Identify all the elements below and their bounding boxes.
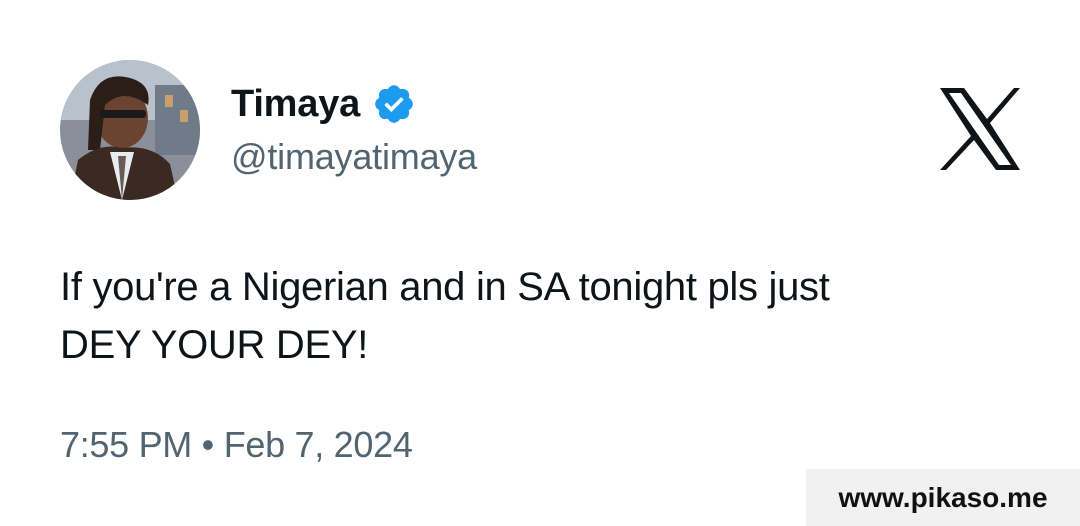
author-handle[interactable]: @timayatimaya — [231, 136, 477, 178]
tweet-text-line: If you're a Nigerian and in SA tonight p… — [60, 265, 830, 309]
verified-badge-icon — [372, 82, 416, 126]
tweet-time: 7:55 PM — [60, 424, 192, 465]
watermark-text: www.pikaso.me — [838, 481, 1048, 513]
tweet-timestamp[interactable]: 7:55 PM • Feb 7, 2024 — [60, 424, 413, 466]
avatar[interactable] — [60, 60, 200, 200]
avatar-image — [60, 60, 200, 200]
tweet-card: Timaya @timayatimaya If you're a Nigeria… — [0, 0, 1080, 526]
tweet-text-line: DEY YOUR DEY! — [60, 323, 369, 367]
author-name-row: Timaya — [231, 80, 416, 128]
tweet-date: Feb 7, 2024 — [223, 424, 413, 465]
tweet-text: If you're a Nigerian and in SA tonight p… — [60, 258, 960, 374]
x-logo-icon — [940, 88, 1020, 170]
author-display-name[interactable]: Timaya — [231, 83, 360, 126]
watermark: www.pikaso.me — [806, 469, 1080, 526]
meta-separator: • — [201, 424, 215, 465]
